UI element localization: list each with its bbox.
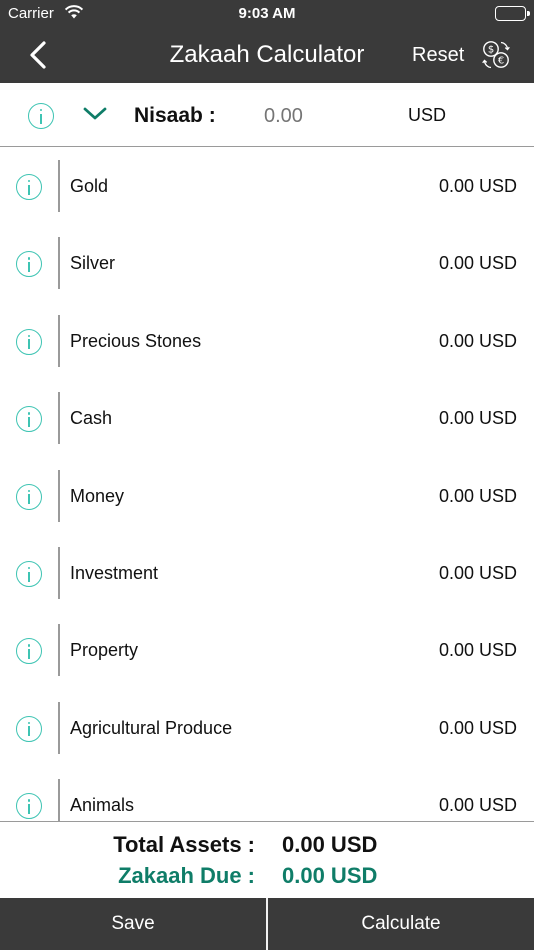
asset-name: Gold <box>70 176 109 196</box>
asset-amount: 0.00 USD <box>438 563 517 583</box>
asset-amount: 0.00 USD <box>438 640 517 661</box>
asset-name: Silver <box>70 253 116 274</box>
row-divider <box>58 469 60 522</box>
asset-row[interactable]: Money 0.00 USD <box>0 458 534 535</box>
status-time: 9:03 AM <box>238 5 296 22</box>
nisaab-currency: USD <box>408 105 447 125</box>
battery-icon <box>495 6 530 21</box>
asset-row[interactable]: Gold 0.00 USD <box>0 148 534 225</box>
row-divider <box>58 160 60 212</box>
asset-amount: 0.00 USD <box>438 408 517 429</box>
asset-name: Property <box>70 640 139 661</box>
status-bar: Carrier 9:03 AM <box>0 0 534 28</box>
asset-row[interactable]: Property 0.00 USD <box>0 612 534 689</box>
nisaab-info-icon[interactable] <box>28 103 54 129</box>
zakaah-due-value: 0.00 USD <box>282 863 378 888</box>
total-assets-label: Total Assets : <box>113 832 255 857</box>
info-icon[interactable] <box>16 174 42 200</box>
row-divider <box>58 779 60 821</box>
totals-panel: Total Assets : 0.00 USD Zakaah Due : 0.0… <box>0 821 534 898</box>
info-icon[interactable] <box>16 328 42 355</box>
asset-row[interactable]: Silver 0.00 USD <box>0 225 534 302</box>
top-bar: Carrier 9:03 AM Zakaah Calculator Reset … <box>0 0 534 83</box>
calculate-button[interactable]: Calculate <box>268 898 534 950</box>
asset-name: Money <box>70 485 125 506</box>
asset-row[interactable]: Cash 0.00 USD <box>0 380 534 457</box>
nisaab-row: Nisaab : USD <box>0 83 534 147</box>
reset-button[interactable]: Reset <box>412 44 464 67</box>
info-icon[interactable] <box>16 561 42 587</box>
info-icon[interactable] <box>16 715 42 742</box>
asset-amount: 0.00 USD <box>438 176 517 196</box>
asset-name: Agricultural Produce <box>70 717 233 738</box>
row-divider <box>58 392 60 445</box>
asset-amount: 0.00 USD <box>438 330 517 351</box>
asset-amount: 0.00 USD <box>438 717 517 738</box>
asset-amount: 0.00 USD <box>438 795 517 816</box>
asset-row[interactable]: Investment 0.00 USD <box>0 535 534 612</box>
info-icon[interactable] <box>16 406 42 433</box>
asset-name: Precious Stones <box>70 330 202 351</box>
navigation-bar: Zakaah Calculator Reset $ € <box>0 28 534 83</box>
chevron-down-icon[interactable] <box>82 105 108 123</box>
row-divider <box>58 314 60 367</box>
zakaah-due-label: Zakaah Due : <box>118 863 255 888</box>
asset-name: Cash <box>70 408 113 429</box>
asset-row[interactable]: Animals 0.00 USD <box>0 767 534 821</box>
asset-amount: 0.00 USD <box>438 485 517 506</box>
asset-name: Investment <box>70 563 159 583</box>
asset-list: Gold 0.00 USD Silver 0.00 USD Precious Stone… <box>0 148 534 821</box>
svg-text:$: $ <box>488 45 494 56</box>
total-assets-value: 0.00 USD <box>282 832 378 857</box>
row-divider <box>58 701 60 754</box>
row-divider <box>58 547 60 599</box>
asset-row[interactable]: Agricultural Produce 0.00 USD <box>0 690 534 767</box>
row-divider <box>58 237 60 290</box>
nisaab-label: Nisaab : <box>134 104 216 127</box>
info-icon[interactable] <box>16 483 42 510</box>
svg-text:€: € <box>498 56 504 67</box>
nisaab-value-input[interactable] <box>264 105 384 128</box>
asset-amount: 0.00 USD <box>438 253 517 274</box>
currency-exchange-icon[interactable]: $ € <box>480 39 512 71</box>
info-icon[interactable] <box>16 793 42 820</box>
asset-row[interactable]: Precious Stones 0.00 USD <box>0 303 534 380</box>
info-icon[interactable] <box>16 251 42 278</box>
save-button[interactable]: Save <box>0 898 266 950</box>
bottom-action-bar: Save Calculate <box>0 898 534 950</box>
info-icon[interactable] <box>16 638 42 665</box>
row-divider <box>58 624 60 677</box>
asset-name: Animals <box>70 795 135 816</box>
